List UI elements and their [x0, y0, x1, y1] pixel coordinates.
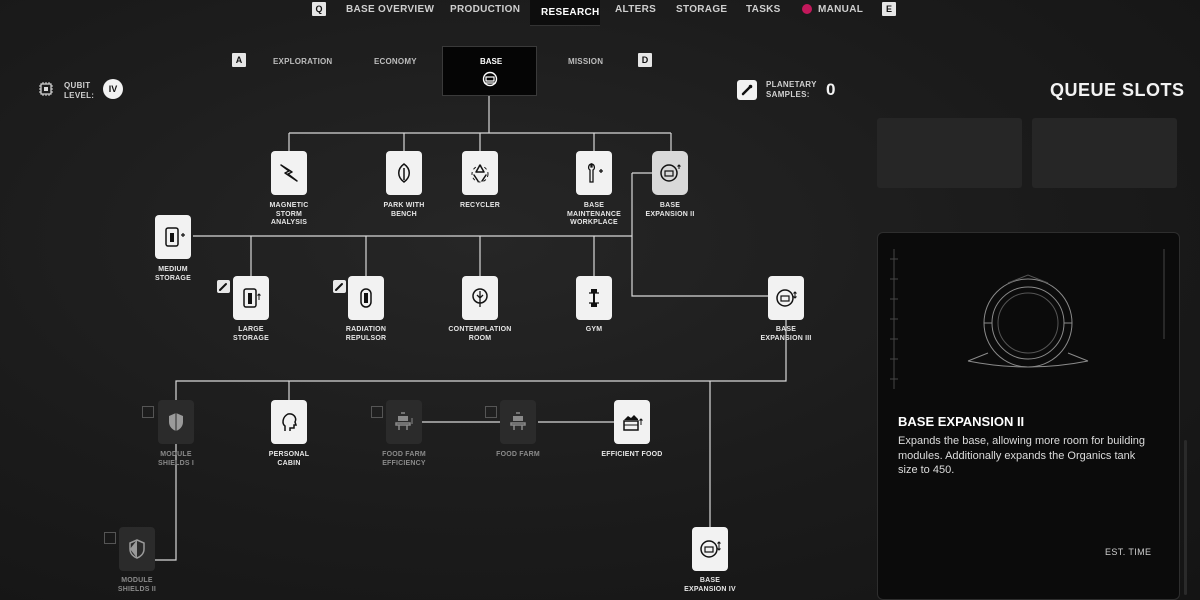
storage-icon — [243, 288, 261, 308]
node-module-shields-1[interactable] — [158, 400, 194, 444]
tree-icon — [472, 288, 488, 307]
panel-decoration — [1163, 249, 1165, 339]
node-personal-cabin[interactable] — [271, 400, 307, 444]
shield-icon — [169, 413, 183, 431]
label-food-farm-efficiency: FOOD FARM EFFICIENCY — [382, 451, 426, 467]
node-gym[interactable] — [576, 276, 612, 320]
food-crate-icon — [623, 415, 643, 431]
label-base-expansion-4: BASE EXPANSION IV — [684, 577, 736, 593]
label-personal-cabin: PERSONAL CABIN — [268, 451, 310, 467]
storage-icon — [165, 227, 185, 247]
node-contemplation-room[interactable] — [462, 276, 498, 320]
label-medium-storage: MEDIUM STORAGE — [155, 266, 191, 282]
label-module-shields-2: MODULE SHIELDS II — [117, 577, 157, 593]
node-module-shields-2[interactable] — [119, 527, 155, 571]
info-title: BASE EXPANSION II — [898, 414, 1025, 429]
node-base-maintenance[interactable] — [576, 151, 612, 195]
info-description: Expands the base, allowing more room for… — [898, 435, 1146, 476]
node-park-bench[interactable] — [386, 151, 422, 195]
node-large-storage[interactable] — [233, 276, 269, 320]
label-magnetic-storm: MAGNETIC STORM ANALYSIS — [269, 202, 309, 226]
queue-slots-title: QUEUE SLOTS — [1050, 80, 1185, 100]
label-module-shields-1: MODULE SHIELDS I — [157, 451, 195, 467]
label-food-farm: FOOD FARM — [496, 451, 540, 458]
label-gym: GYM — [585, 326, 603, 333]
info-scrollbar[interactable] — [1184, 440, 1187, 595]
queue-checkbox[interactable] — [485, 406, 497, 418]
label-contemplation-room: CONTEMPLATION ROOM — [448, 326, 512, 342]
node-recycler[interactable] — [462, 151, 498, 195]
node-radiation-repulsor[interactable] — [348, 276, 384, 320]
node-food-farm[interactable] — [500, 400, 536, 444]
base-expansion-icon — [660, 164, 681, 182]
queue-slot-2[interactable] — [1032, 118, 1177, 188]
node-food-farm-efficiency[interactable] — [386, 400, 422, 444]
storm-icon — [280, 164, 298, 182]
leaf-icon — [398, 163, 410, 183]
base-expansion-icon — [776, 289, 797, 307]
sample-cost-icon — [333, 280, 346, 293]
node-base-expansion-3[interactable] — [768, 276, 804, 320]
base-expansion-preview — [967, 274, 1089, 368]
label-recycler: RECYCLER — [459, 202, 501, 209]
label-base-expansion-3: BASE EXPANSION III — [760, 326, 812, 342]
label-large-storage: LARGE STORAGE — [233, 326, 269, 342]
farm-icon — [395, 412, 413, 430]
node-medium-storage[interactable] — [155, 215, 191, 259]
farm-icon — [510, 412, 526, 430]
node-base-expansion-2[interactable] — [652, 151, 688, 195]
node-base-expansion-4[interactable] — [692, 527, 728, 571]
label-efficient-food: EFFICIENT FOOD — [601, 451, 663, 458]
dumbbell-icon — [589, 289, 599, 307]
queue-slot-1[interactable] — [877, 118, 1022, 188]
node-magnetic-storm[interactable] — [271, 151, 307, 195]
recycle-icon — [471, 164, 489, 183]
node-efficient-food[interactable] — [614, 400, 650, 444]
base-expansion-icon — [700, 540, 721, 558]
nav-next-key[interactable]: E — [882, 2, 896, 16]
panel-decoration — [890, 249, 898, 389]
queue-checkbox[interactable] — [371, 406, 383, 418]
est-time-label: EST. TIME — [1105, 547, 1152, 557]
queue-checkbox[interactable] — [104, 532, 116, 544]
wrench-icon — [587, 163, 603, 183]
tree-connectors — [137, 96, 787, 561]
head-icon — [282, 413, 298, 431]
label-radiation-repulsor: RADIATION REPULSOR — [345, 326, 387, 342]
queue-checkbox[interactable] — [142, 406, 154, 418]
sample-cost-icon — [217, 280, 230, 293]
shield-icon — [129, 539, 145, 559]
repulsor-icon — [360, 288, 372, 308]
label-base-expansion-2: BASE EXPANSION II — [645, 202, 695, 218]
